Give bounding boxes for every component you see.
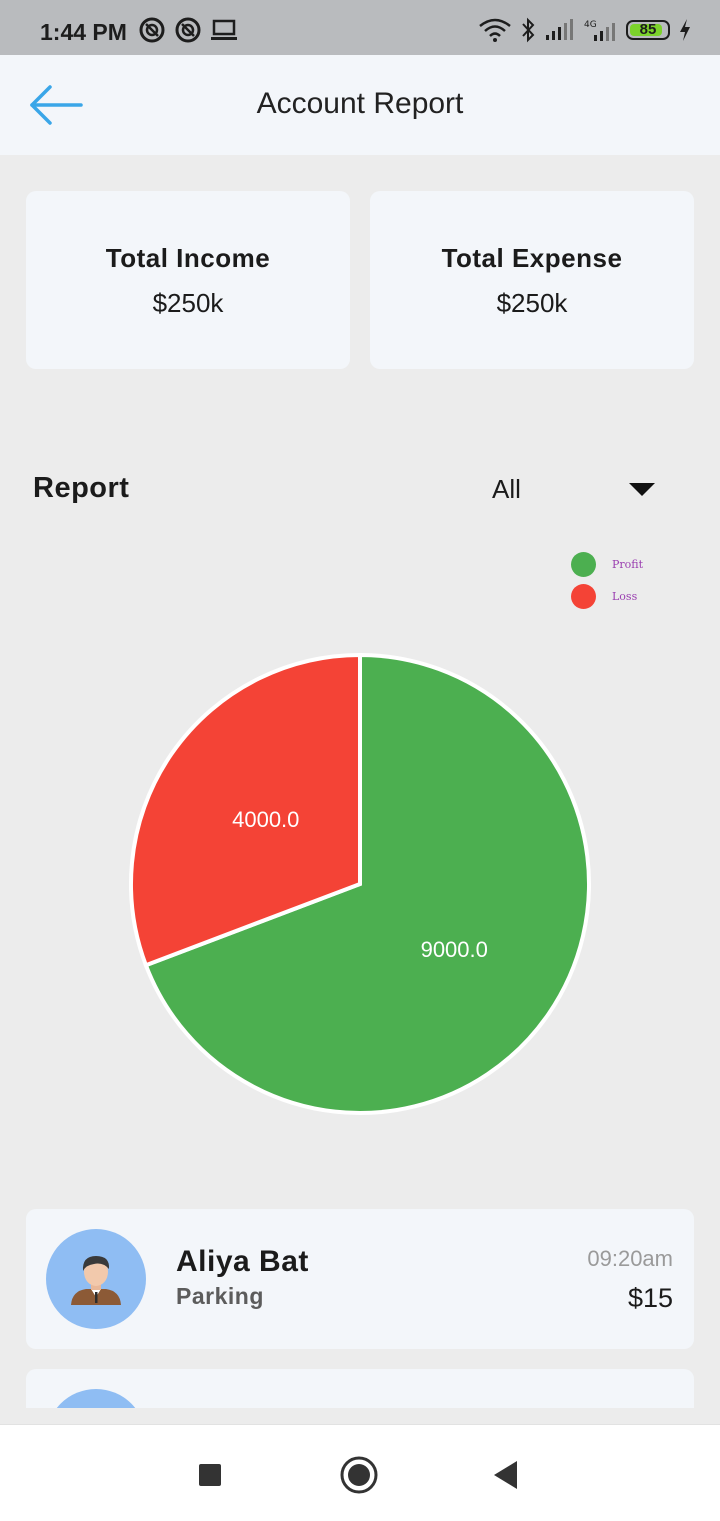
system-nav-bar [0, 1424, 720, 1521]
legend-dot-loss [571, 584, 596, 609]
battery-level: 85 [639, 21, 657, 38]
sync-icon [139, 17, 165, 43]
laptop-icon [211, 19, 237, 40]
avatar [46, 1229, 146, 1329]
status-right-group: 4G 85 [478, 15, 692, 45]
page-title: Account Report [256, 87, 464, 120]
report-title: Report [33, 472, 130, 504]
back-triangle-icon[interactable] [486, 1455, 526, 1495]
legend-dot-profit [571, 552, 596, 577]
transaction-list: Aliya Bat Parking 09:20am $15 [0, 1190, 720, 1408]
charging-icon [680, 19, 690, 41]
transaction-item[interactable] [26, 1369, 694, 1408]
filter-selected-value: All [492, 474, 521, 504]
total-expense-label: Total Expense [441, 243, 623, 273]
wifi-icon [479, 18, 511, 42]
svg-text:4G: 4G [584, 20, 597, 30]
user-avatar-icon [71, 1256, 121, 1305]
total-expense-value: $250k [496, 288, 568, 318]
report-filter-dropdown[interactable]: All [480, 462, 680, 514]
transaction-item[interactable]: Aliya Bat Parking 09:20am $15 [26, 1209, 694, 1349]
total-expense-card: Total Expense $250k [370, 191, 694, 369]
pie-label-profit: 9000.0 [421, 937, 488, 962]
legend-label-profit: Profit [612, 558, 644, 571]
legend-label-loss: Loss [612, 590, 638, 603]
total-income-value: $250k [152, 288, 224, 318]
signal-icon [546, 19, 573, 40]
total-income-label: Total Income [105, 243, 271, 273]
transaction-category: Parking [176, 1283, 264, 1309]
status-time: 1:44 PM [40, 19, 127, 45]
home-circle-icon[interactable] [339, 1455, 379, 1495]
4g-signal-icon: 4G [584, 20, 615, 41]
transaction-time: 09:20am [587, 1246, 673, 1271]
avatar [46, 1389, 146, 1408]
status-bar: 1:44 PM 4G 85 [0, 0, 720, 55]
recents-square-icon[interactable] [190, 1455, 230, 1495]
battery-icon: 85 [626, 20, 670, 40]
report-pie-chart: 9000.0 4000.0 [129, 652, 591, 1115]
pie-label-loss: 4000.0 [232, 807, 299, 832]
sync-icon [175, 17, 201, 43]
transaction-name: Aliya Bat [176, 1245, 309, 1278]
transaction-amount: $15 [627, 1283, 673, 1313]
bluetooth-icon [522, 17, 535, 43]
caret-down-icon [629, 483, 655, 496]
total-income-card: Total Income $250k [26, 191, 350, 369]
app-bar: Account Report [0, 55, 720, 155]
